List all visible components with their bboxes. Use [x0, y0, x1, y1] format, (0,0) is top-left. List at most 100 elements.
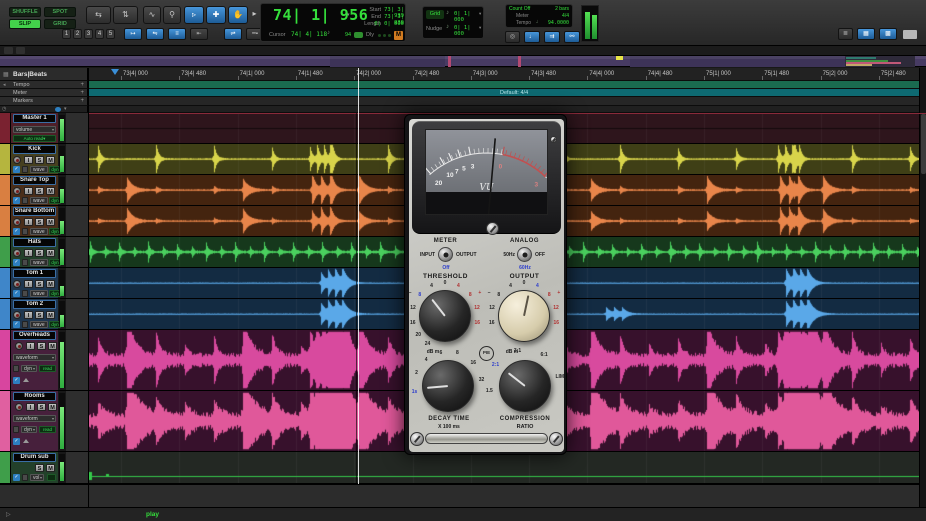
- tempo-note-icon[interactable]: ♩: [536, 19, 542, 25]
- elastic-audio-button[interactable]: [22, 290, 28, 297]
- analog-switch-value[interactable]: 60Hz: [504, 265, 546, 271]
- mode-grid-button[interactable]: GRID: [44, 19, 76, 29]
- decay-time-knob[interactable]: [422, 360, 474, 412]
- window-config-badge[interactable]: [903, 30, 917, 39]
- track-name[interactable]: Rooms: [13, 392, 56, 401]
- timebase-toggle[interactable]: ✓: [13, 197, 20, 204]
- ruler-label[interactable]: 75|1| 480: [764, 71, 789, 77]
- view-selector[interactable]: wave: [30, 259, 48, 266]
- ruler-label[interactable]: 74|4| 000: [589, 71, 614, 77]
- tab-to-transient-button[interactable]: ↦: [124, 28, 142, 40]
- timebase-toggle[interactable]: ✓: [13, 290, 20, 297]
- view-selector[interactable]: wave: [30, 197, 48, 204]
- ruler-label[interactable]: 75|2| 480: [881, 71, 906, 77]
- solo-button[interactable]: S: [35, 464, 44, 472]
- volume-view-selector[interactable]: volume▾: [13, 126, 56, 133]
- main-counter-value[interactable]: 74| 1| 956: [273, 6, 368, 24]
- track-name[interactable]: Tom 1: [13, 269, 56, 278]
- zoom-preset-2[interactable]: 2: [73, 29, 82, 39]
- meter-switch[interactable]: [438, 247, 453, 262]
- tempo-ruler[interactable]: [88, 81, 926, 89]
- input-monitor-button[interactable]: I: [24, 187, 33, 195]
- automation-mode-selector[interactable]: Auto read▾: [13, 135, 56, 142]
- input-monitor-button[interactable]: I: [26, 403, 35, 411]
- elastic-audio-button[interactable]: [22, 259, 28, 266]
- solo-button[interactable]: S: [37, 342, 46, 350]
- ruler-header-meter[interactable]: Meter +: [0, 89, 88, 97]
- record-arm-button[interactable]: [15, 342, 23, 350]
- count-in-button[interactable]: ⇉: [544, 31, 560, 43]
- ruler-header-markers[interactable]: Markers +: [0, 97, 88, 106]
- link-timeline-edit-button[interactable]: ⇌: [224, 28, 242, 40]
- timebase-toggle[interactable]: ✓: [13, 259, 20, 266]
- track-color-strip[interactable]: [0, 299, 11, 329]
- elastic-audio-button[interactable]: [22, 321, 28, 328]
- solo-button[interactable]: S: [35, 218, 44, 226]
- mute-button[interactable]: M: [46, 280, 55, 288]
- track-name[interactable]: Overheads: [13, 331, 56, 340]
- elastic-audio-button[interactable]: [22, 474, 28, 481]
- solo-button[interactable]: S: [35, 311, 44, 319]
- automation-badge[interactable]: [47, 474, 56, 481]
- ruler-label[interactable]: 74|3| 000: [473, 71, 498, 77]
- mute-button[interactable]: M: [46, 218, 55, 226]
- insertion-follows-playback-button[interactable]: ⇤: [190, 28, 208, 40]
- mirror-midi-button[interactable]: ⇋: [146, 28, 164, 40]
- input-monitor-button[interactable]: I: [26, 342, 35, 350]
- mode-shuffle-button[interactable]: SHUFFLE: [9, 7, 41, 17]
- midi-editor-button[interactable]: ▦: [857, 28, 875, 40]
- view-selector[interactable]: waveform▾: [13, 415, 56, 422]
- compression-ratio-knob[interactable]: [499, 360, 551, 412]
- length-value[interactable]: 0| 0| 000: [373, 21, 404, 27]
- edit-group-icon[interactable]: [55, 107, 61, 112]
- mode-spot-button[interactable]: SPOT: [44, 7, 76, 17]
- add-meter-event-button[interactable]: +: [80, 90, 84, 96]
- window-icon-2[interactable]: [16, 47, 25, 54]
- zoom-preset-4[interactable]: 4: [95, 29, 104, 39]
- record-arm-button[interactable]: [13, 187, 21, 195]
- track-color-strip[interactable]: [0, 206, 11, 236]
- ruler-header-tempo[interactable]: ◂ Tempo +: [0, 81, 88, 89]
- track-name[interactable]: Hats: [13, 238, 56, 247]
- timebase-dropdown-arrow[interactable]: ▾: [64, 106, 67, 112]
- track-name[interactable]: Snare Top: [13, 176, 56, 185]
- threshold-knob[interactable]: [419, 290, 471, 342]
- mute-button[interactable]: M: [48, 403, 57, 411]
- input-monitor-button[interactable]: I: [24, 218, 33, 226]
- add-tempo-event-button[interactable]: +: [80, 82, 84, 88]
- mute-button[interactable]: M: [46, 311, 55, 319]
- tool-flyout-arrow[interactable]: ▸: [250, 6, 259, 24]
- timebase-toggle[interactable]: ✓: [13, 166, 20, 173]
- ruler-label[interactable]: 74|4| 480: [648, 71, 673, 77]
- solo-button[interactable]: S: [35, 280, 44, 288]
- zoom-preset-5[interactable]: 5: [106, 29, 115, 39]
- elastic-audio-button[interactable]: [13, 426, 19, 433]
- input-monitor-button[interactable]: I: [24, 280, 33, 288]
- zoom-preset-1[interactable]: 1: [62, 29, 71, 39]
- ruler-label[interactable]: 74|2| 480: [415, 71, 440, 77]
- layered-edit-button[interactable]: ≡: [168, 28, 186, 40]
- timebase-toggle[interactable]: ✓: [13, 474, 20, 481]
- mute-button[interactable]: M: [48, 342, 57, 350]
- ruler-label[interactable]: 74|1| 000: [240, 71, 265, 77]
- elastic-audio-button[interactable]: [22, 228, 28, 235]
- meter-label[interactable]: Meter: [516, 13, 529, 19]
- view-selector[interactable]: wave: [30, 166, 48, 173]
- mute-button[interactable]: M: [46, 187, 55, 195]
- trim-tool-button[interactable]: ⇆: [86, 6, 111, 24]
- ruler-header-bars-beats[interactable]: ▦ Bars|Beats: [0, 68, 88, 81]
- record-arm-button[interactable]: [13, 218, 21, 226]
- automation-mode-selector[interactable]: read: [39, 365, 56, 372]
- solo-button[interactable]: S: [35, 187, 44, 195]
- expand-triangle-icon[interactable]: [23, 378, 29, 382]
- input-monitor-button[interactable]: I: [24, 249, 33, 257]
- view-selector[interactable]: waveform▾: [13, 354, 56, 361]
- smart-trim-tool-button[interactable]: ▹: [184, 6, 204, 24]
- track-color-strip[interactable]: [0, 268, 11, 298]
- timebase-toggle[interactable]: ✓: [13, 377, 20, 384]
- meter-ruler[interactable]: Default: 4/4: [88, 89, 926, 97]
- smart-selector-tool-button[interactable]: ✚: [206, 6, 226, 24]
- input-monitor-button[interactable]: I: [24, 311, 33, 319]
- edit-cursor-marker[interactable]: [111, 69, 119, 75]
- zoomer-tool-button[interactable]: ⚲: [163, 6, 181, 24]
